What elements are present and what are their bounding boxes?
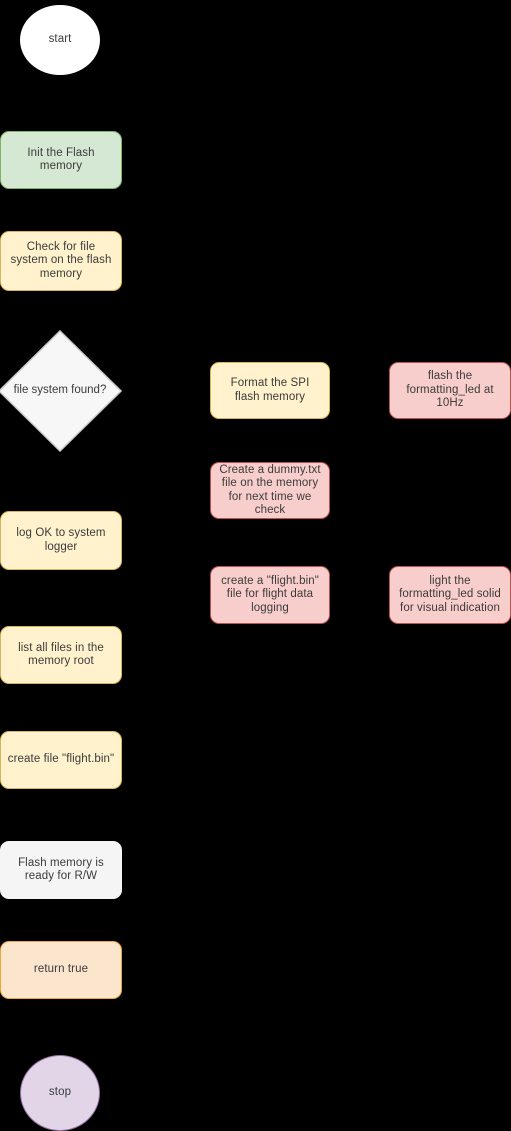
flowchart-canvas: start Init the Flash memory Check for fi… — [0, 0, 511, 1131]
node-format-spi-flash[interactable]: Format the SPI flash memory — [210, 362, 330, 419]
node-file-system-found-decision[interactable]: file system found? — [0, 330, 122, 452]
node-create-file-flight-bin[interactable]: create file "flight.bin" — [0, 731, 122, 789]
node-stop[interactable]: stop — [20, 1055, 100, 1131]
node-create-flight-bin-logging[interactable]: create a "flight.bin" file for flight da… — [210, 566, 330, 624]
node-check-file-system[interactable]: Check for file system on the flash memor… — [0, 231, 122, 291]
node-file-system-found-label: file system found? — [13, 384, 107, 397]
node-init-flash-memory[interactable]: Init the Flash memory — [0, 131, 122, 189]
node-return-true[interactable]: return true — [0, 941, 122, 999]
node-light-formatting-led-solid[interactable]: light the formatting_led solid for visua… — [389, 566, 511, 624]
node-start[interactable]: start — [20, 5, 100, 75]
node-flash-memory-ready[interactable]: Flash memory is ready for R/W — [0, 841, 122, 899]
node-log-ok-to-system-logger[interactable]: log OK to system logger — [0, 511, 122, 570]
node-list-all-files[interactable]: list all files in the memory root — [0, 626, 122, 684]
node-create-dummy-txt[interactable]: Create a dummy.txt file on the memory fo… — [210, 462, 330, 519]
node-flash-formatting-led[interactable]: flash the formatting_led at 10Hz — [389, 362, 511, 419]
